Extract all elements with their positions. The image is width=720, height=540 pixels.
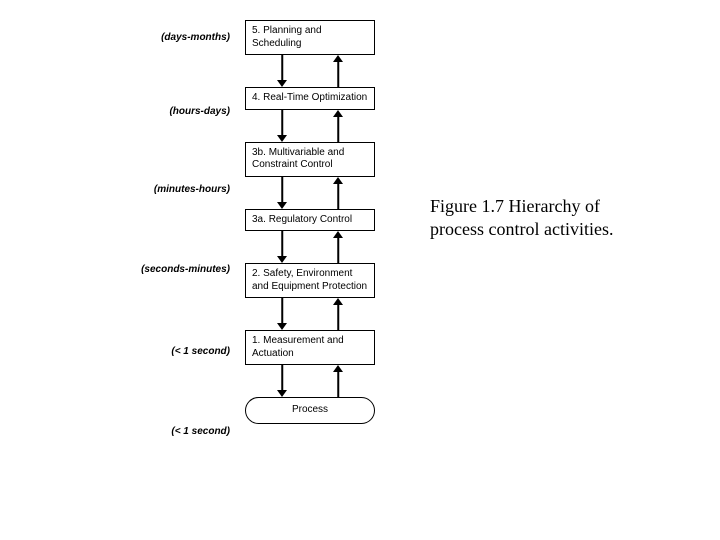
level-box-3a: 3a. Regulatory Control: [245, 209, 375, 232]
timescale-label: (minutes-hours): [154, 184, 230, 195]
timescale-label: (hours-days): [169, 106, 230, 117]
arrow-up-icon: [331, 110, 345, 142]
arrow-up-icon: [331, 298, 345, 330]
level-title: Measurement and Actuation: [252, 335, 344, 359]
timescale-label: (seconds-minutes): [141, 264, 230, 275]
arrow-down-icon: [275, 177, 289, 209]
arrow-up-icon: [331, 177, 345, 209]
level-number: 4.: [252, 92, 260, 103]
arrow-up-icon: [331, 365, 345, 397]
level-number: 3a.: [252, 214, 266, 225]
arrow-pair: [245, 298, 375, 330]
figure-caption: Figure 1.7 Hierarchy of process control …: [430, 195, 650, 242]
level-title: Multivariable and Constraint Control: [252, 147, 344, 171]
arrow-down-icon: [275, 231, 289, 263]
level-number: 3b.: [252, 147, 266, 158]
process-box: Process: [245, 397, 375, 424]
level-title: Planning and Scheduling: [252, 25, 322, 49]
arrow-pair: [245, 177, 375, 209]
arrow-up-icon: [331, 231, 345, 263]
hierarchy-diagram: 5. Planning and Scheduling 4. Real-Time …: [240, 20, 380, 424]
level-box-5: 5. Planning and Scheduling: [245, 20, 375, 55]
arrow-down-icon: [275, 55, 289, 87]
process-label: Process: [292, 404, 328, 415]
arrow-up-icon: [331, 55, 345, 87]
level-box-3b: 3b. Multivariable and Constraint Control: [245, 142, 375, 177]
arrow-down-icon: [275, 365, 289, 397]
timescale-label: (< 1 second): [171, 346, 230, 357]
level-box-4: 4. Real-Time Optimization: [245, 87, 375, 110]
timescale-label: (< 1 second): [171, 426, 230, 437]
level-number: 1.: [252, 335, 260, 346]
arrow-pair: [245, 55, 375, 87]
level-number: 5.: [252, 25, 260, 36]
arrow-down-icon: [275, 110, 289, 142]
arrow-pair: [245, 110, 375, 142]
level-number: 2.: [252, 268, 260, 279]
level-box-2: 2. Safety, Environment and Equipment Pro…: [245, 263, 375, 298]
level-title: Real-Time Optimization: [263, 92, 367, 103]
arrow-pair: [245, 231, 375, 263]
level-box-1: 1. Measurement and Actuation: [245, 330, 375, 365]
level-title: Safety, Environment and Equipment Protec…: [252, 268, 367, 292]
level-title: Regulatory Control: [269, 214, 352, 225]
timescale-label: (days-months): [161, 32, 230, 43]
arrow-pair: [245, 365, 375, 397]
arrow-down-icon: [275, 298, 289, 330]
